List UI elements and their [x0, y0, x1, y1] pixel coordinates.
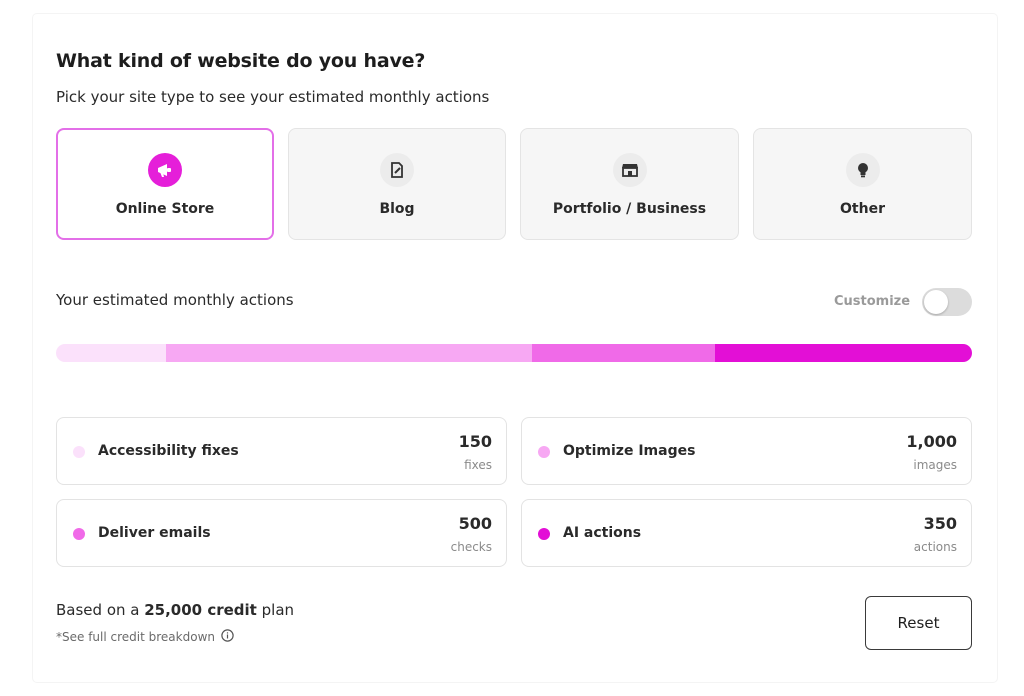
document-edit-icon	[380, 153, 414, 187]
usage-bar-segment	[715, 344, 972, 362]
metric-accessibility-fixes: Accessibility fixes 150 fixes	[56, 417, 507, 485]
metric-unit: checks	[450, 540, 492, 554]
usage-bar	[56, 344, 972, 362]
info-icon	[221, 629, 234, 645]
legend-dot	[73, 528, 85, 540]
site-type-blog[interactable]: Blog	[288, 128, 506, 240]
plan-prefix: Based on a	[56, 601, 145, 619]
page-title: What kind of website do you have?	[56, 50, 426, 72]
plan-suffix: plan	[256, 601, 295, 619]
usage-bar-segment	[56, 344, 166, 362]
legend-dot	[538, 446, 550, 458]
metric-unit: actions	[913, 540, 957, 554]
lightbulb-icon	[845, 153, 880, 187]
metric-optimize-images: Optimize Images 1,000 images	[521, 417, 972, 485]
site-type-label: Blog	[379, 201, 415, 217]
metric-value: 500	[458, 514, 492, 533]
credit-breakdown-link[interactable]: *See full credit breakdown	[56, 629, 234, 645]
customize-label: Customize	[834, 294, 911, 309]
metric-value: 350	[923, 514, 957, 533]
metric-name: AI actions	[563, 525, 642, 541]
metric-unit: images	[913, 458, 957, 472]
estimate-label: Your estimated monthly actions	[56, 291, 294, 309]
usage-bar-segment	[532, 344, 716, 362]
site-type-other[interactable]: Other	[753, 128, 972, 240]
page-subtitle: Pick your site type to see your estimate…	[56, 88, 490, 106]
metric-value: 1,000	[906, 432, 957, 451]
metric-name: Deliver emails	[98, 525, 211, 541]
metric-ai-actions: AI actions 350 actions	[521, 499, 972, 567]
metric-unit: fixes	[464, 458, 492, 472]
storefront-icon	[612, 153, 647, 187]
toggle-knob	[924, 290, 948, 314]
site-type-label: Online Store	[115, 201, 215, 217]
site-type-label: Other	[840, 201, 885, 217]
plan-summary: Based on a 25,000 credit plan	[56, 601, 294, 619]
page-canvas: What kind of website do you have? Pick y…	[0, 0, 1024, 696]
legend-dot	[73, 446, 85, 458]
breakdown-text: *See full credit breakdown	[56, 630, 215, 644]
megaphone-icon	[148, 153, 182, 187]
site-type-portfolio-business[interactable]: Portfolio / Business	[520, 128, 739, 240]
metric-name: Accessibility fixes	[98, 443, 239, 459]
metric-deliver-emails: Deliver emails 500 checks	[56, 499, 507, 567]
customize-toggle[interactable]	[922, 288, 972, 316]
plan-amount: 25,000 credit	[144, 601, 257, 619]
site-type-label: Portfolio / Business	[552, 201, 707, 217]
metric-value: 150	[458, 432, 492, 451]
usage-bar-segment	[165, 344, 533, 362]
site-type-online-store[interactable]: Online Store	[56, 128, 274, 240]
metric-name: Optimize Images	[563, 443, 696, 459]
legend-dot	[538, 528, 550, 540]
reset-button[interactable]: Reset	[865, 596, 972, 650]
